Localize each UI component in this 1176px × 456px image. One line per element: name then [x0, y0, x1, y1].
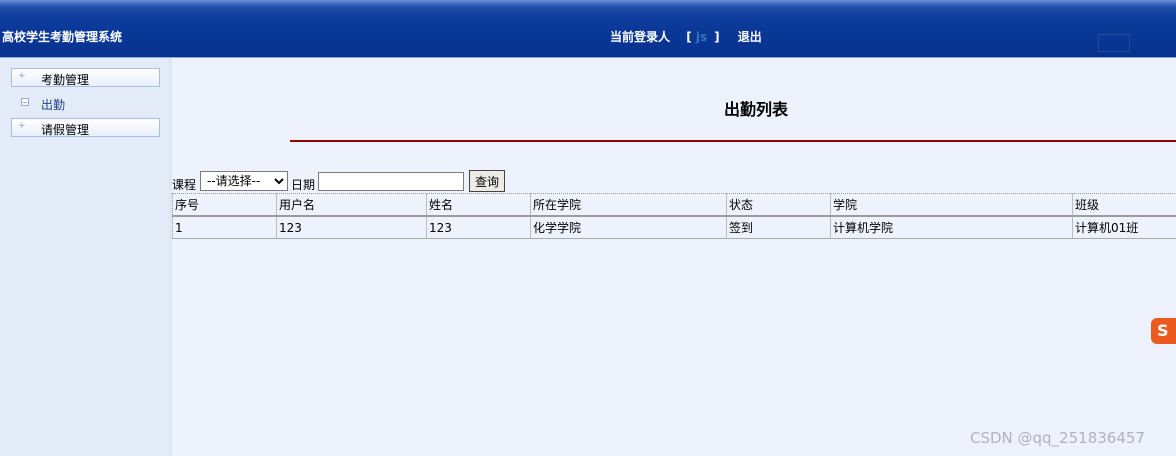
- bracket-close: ]: [714, 30, 720, 44]
- column-header: 学院: [830, 193, 1073, 217]
- plus-icon: +: [18, 121, 26, 131]
- app-title: 高校学生考勤管理系统: [2, 30, 123, 44]
- table-cell: 123: [426, 216, 531, 239]
- column-header: 班级: [1072, 193, 1176, 217]
- header-decoration: [1098, 34, 1130, 52]
- table-cell: 计算机01班: [1072, 216, 1176, 239]
- table-header-row: 序号 用户名 姓名 所在学院 状态 学院 班级: [172, 193, 1176, 217]
- query-button[interactable]: 查询: [469, 170, 505, 192]
- user-area: 当前登录人 [ js ] 退出: [610, 28, 762, 45]
- column-header: 状态: [726, 193, 831, 217]
- course-select[interactable]: --请选择--: [200, 171, 288, 191]
- course-label: 课程: [172, 178, 197, 192]
- ime-toolbar-icon[interactable]: S: [1151, 318, 1176, 344]
- main-content: 出勤列表 课程 --请选择-- 日期 查询 序号 用户名 姓名 所在学院 状态 …: [172, 58, 1176, 456]
- bracket-open: [: [686, 30, 692, 44]
- column-header: 序号: [172, 193, 277, 217]
- minus-box-icon: [21, 98, 29, 106]
- top-header: 高校学生考勤管理系统 当前登录人 [ js ] 退出: [0, 0, 1176, 58]
- current-user-label: 当前登录人: [610, 30, 671, 44]
- plus-icon: +: [18, 71, 26, 81]
- logout-link[interactable]: 退出: [738, 30, 762, 44]
- title-divider: [290, 140, 1176, 142]
- table-cell: 签到: [726, 216, 831, 239]
- page-title: 出勤列表: [724, 100, 789, 119]
- table-cell: 1: [172, 216, 277, 239]
- column-header: 所在学院: [530, 193, 727, 217]
- sidebar-item-leave-management[interactable]: + 请假管理: [11, 118, 160, 137]
- sidebar-item-attendance-management[interactable]: + 考勤管理: [11, 68, 160, 87]
- table-cell: 化学学院: [530, 216, 727, 239]
- user-name: js: [695, 30, 708, 44]
- sidebar-item-label: 出勤: [41, 98, 66, 112]
- attendance-table: 序号 用户名 姓名 所在学院 状态 学院 班级 1 123 123 化学学院 签…: [172, 193, 1176, 239]
- column-header: 姓名: [426, 193, 531, 217]
- column-header: 用户名: [276, 193, 427, 217]
- table-row: 1 123 123 化学学院 签到 计算机学院 计算机01班: [172, 216, 1176, 239]
- table-cell: 123: [276, 216, 427, 239]
- header-stripe: [0, 0, 1176, 6]
- table-cell: 计算机学院: [830, 216, 1073, 239]
- ime-icon-letter: S: [1157, 321, 1169, 340]
- sidebar: + 考勤管理 出勤 + 请假管理: [0, 58, 172, 456]
- sidebar-item-label: 请假管理: [41, 123, 90, 137]
- sidebar-item-label: 考勤管理: [41, 73, 90, 87]
- date-label: 日期: [291, 178, 316, 192]
- watermark: CSDN @qq_251836457: [970, 429, 1145, 447]
- date-input[interactable]: [318, 172, 464, 191]
